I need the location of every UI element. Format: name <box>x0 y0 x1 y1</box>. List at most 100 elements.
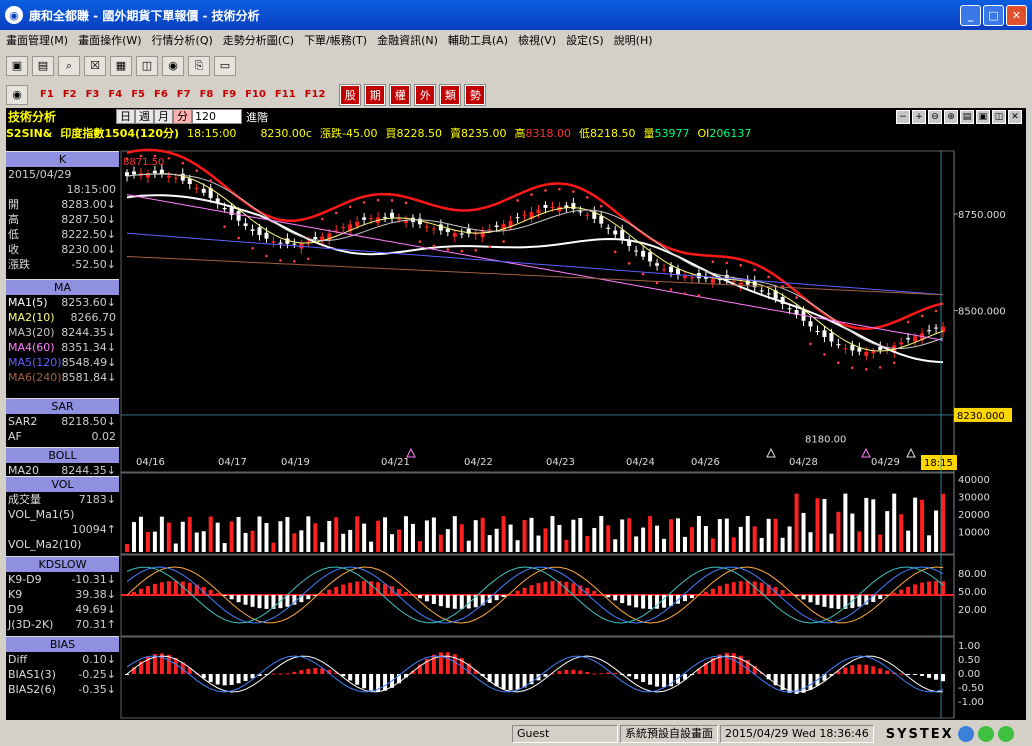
vol-row-label: VOL_Ma2(10) <box>8 538 82 551</box>
category-button-2[interactable]: 權 <box>389 83 412 106</box>
menu-item-9[interactable]: 說明(H) <box>614 32 653 48</box>
screen-icon[interactable]: ▣ <box>6 55 28 76</box>
bias-bar <box>557 671 562 674</box>
menu-item-3[interactable]: 走勢分析圖(C) <box>223 32 294 48</box>
zoom-out-icon[interactable]: ⊖ <box>928 109 942 124</box>
section-header-k[interactable]: K <box>6 151 119 167</box>
bias-tick-label: 1.00 <box>958 641 980 652</box>
sar-dot <box>892 361 896 365</box>
fkey-f1[interactable]: F1 <box>40 89 54 100</box>
date-label: 04/21 <box>381 457 410 468</box>
category-button-3[interactable]: 外 <box>414 83 437 106</box>
sar-dot <box>223 225 226 228</box>
chart-canvas[interactable]: 8750.000 8500.000 8230.000 8871.50 8180.00 04… <box>6 108 1026 720</box>
fkey-f12[interactable]: F12 <box>305 89 326 100</box>
volume-bar <box>571 519 576 552</box>
layout-icon[interactable]: ◫ <box>136 55 158 76</box>
fkey-f7[interactable]: F7 <box>177 89 191 100</box>
close-button[interactable]: ✕ <box>1006 5 1027 26</box>
period-3[interactable]: 分 <box>173 109 192 124</box>
restore-icon[interactable]: ◫ <box>992 109 1006 124</box>
coin-icon[interactable]: ◉ <box>162 55 184 76</box>
period-1[interactable]: 週 <box>135 109 154 124</box>
category-button-0[interactable]: 股 <box>339 83 362 106</box>
bias-bar <box>878 668 883 674</box>
candle-body <box>662 269 667 271</box>
fkey-f5[interactable]: F5 <box>131 89 145 100</box>
zoom-in-icon[interactable]: ⊕ <box>944 109 958 124</box>
sar-dot <box>851 366 854 370</box>
vol-tick-label: 40000 <box>958 475 990 486</box>
fkey-f6[interactable]: F6 <box>154 89 168 100</box>
advanced-button[interactable]: 進階 <box>246 109 268 125</box>
menu-item-5[interactable]: 金融資訊(N) <box>377 32 438 48</box>
section-header-vol[interactable]: VOL <box>6 476 119 492</box>
kd-bar <box>229 595 234 600</box>
logo-icon[interactable]: ◉ <box>6 84 28 105</box>
sar-dot <box>795 296 798 299</box>
bias-bar <box>313 667 318 674</box>
section-header-bias[interactable]: BIAS <box>6 636 119 652</box>
quote-ask: 8235.00 <box>460 126 507 140</box>
order-icon[interactable]: ▦ <box>110 55 132 76</box>
section-header-ma[interactable]: MA <box>6 279 119 295</box>
menu-item-7[interactable]: 檢視(V) <box>518 32 556 48</box>
kd-row-label: K9-D9 <box>8 573 42 586</box>
close-chart-icon[interactable]: ✕ <box>1008 109 1022 124</box>
menu-item-1[interactable]: 畫面操作(W) <box>78 32 141 48</box>
interval-select[interactable]: 120 <box>192 109 242 124</box>
monitor-icon[interactable]: ▤ <box>32 55 54 76</box>
minimize-button[interactable]: _ <box>960 5 981 26</box>
kd-bar <box>362 581 367 595</box>
kd-bar <box>138 588 143 595</box>
bias-line-0 <box>126 655 944 693</box>
volume-bar <box>473 520 478 552</box>
close-window-icon[interactable]: ☒ <box>84 55 106 76</box>
search-icon[interactable]: ⌕ <box>58 55 80 76</box>
status-bar: Guest 系統預設自設畫面 2015/04/29 Wed 18:36:46 S… <box>0 722 1032 746</box>
maximize-button[interactable]: □ <box>983 5 1004 26</box>
candle-body <box>173 177 178 179</box>
fkey-f2[interactable]: F2 <box>63 89 77 100</box>
period-2[interactable]: 月 <box>154 109 173 124</box>
fkey-f11[interactable]: F11 <box>275 89 296 100</box>
menu-item-0[interactable]: 畫面管理(M) <box>6 32 68 48</box>
menu-item-2[interactable]: 行情分析(Q) <box>152 32 213 48</box>
link-icon[interactable]: ⎘ <box>188 55 210 76</box>
menu-item-4[interactable]: 下單/帳務(T) <box>304 32 367 48</box>
category-button-5[interactable]: 勢 <box>464 83 487 106</box>
fkey-f3[interactable]: F3 <box>86 89 100 100</box>
menu-item-6[interactable]: 輔助工具(A) <box>448 32 508 48</box>
candle-body <box>578 211 583 213</box>
menu-item-8[interactable]: 設定(S) <box>566 32 604 48</box>
bias-tick-label: -0.50 <box>958 683 984 694</box>
period-0[interactable]: 日 <box>116 109 135 124</box>
window-icon[interactable]: ▭ <box>214 55 236 76</box>
category-button-4[interactable]: 類 <box>439 83 462 106</box>
section-header-kd[interactable]: KDSLOW <box>6 556 119 572</box>
fkey-f10[interactable]: F10 <box>245 89 266 100</box>
candle-body <box>808 321 813 327</box>
save-icon[interactable]: ▣ <box>976 109 990 124</box>
fkey-f8[interactable]: F8 <box>200 89 214 100</box>
volume-bar <box>620 519 625 552</box>
bias-bar <box>299 670 304 674</box>
volume-bar <box>794 493 799 552</box>
minus-icon[interactable]: − <box>896 109 910 124</box>
sar-dot <box>655 281 659 285</box>
sar-dot <box>167 156 171 160</box>
sar-row-value: 0.02 <box>91 430 117 443</box>
chart-type-icon[interactable]: ▤ <box>960 109 974 124</box>
volume-bar <box>173 543 178 552</box>
ma-row-value: 8244.35↓ <box>61 326 116 339</box>
plus-icon[interactable]: + <box>912 109 926 124</box>
fkey-f9[interactable]: F9 <box>222 89 236 100</box>
candle-body <box>585 214 590 216</box>
section-header-boll[interactable]: BOLL <box>6 447 119 463</box>
fkey-f4[interactable]: F4 <box>108 89 122 100</box>
category-button-1[interactable]: 期 <box>364 83 387 106</box>
candle-body <box>689 277 694 279</box>
sidebar-section-sar: SAR SAR2 8218.50↓ AF 0.02 <box>6 398 119 444</box>
sar-dot <box>348 205 352 209</box>
section-header-sar[interactable]: SAR <box>6 398 119 414</box>
